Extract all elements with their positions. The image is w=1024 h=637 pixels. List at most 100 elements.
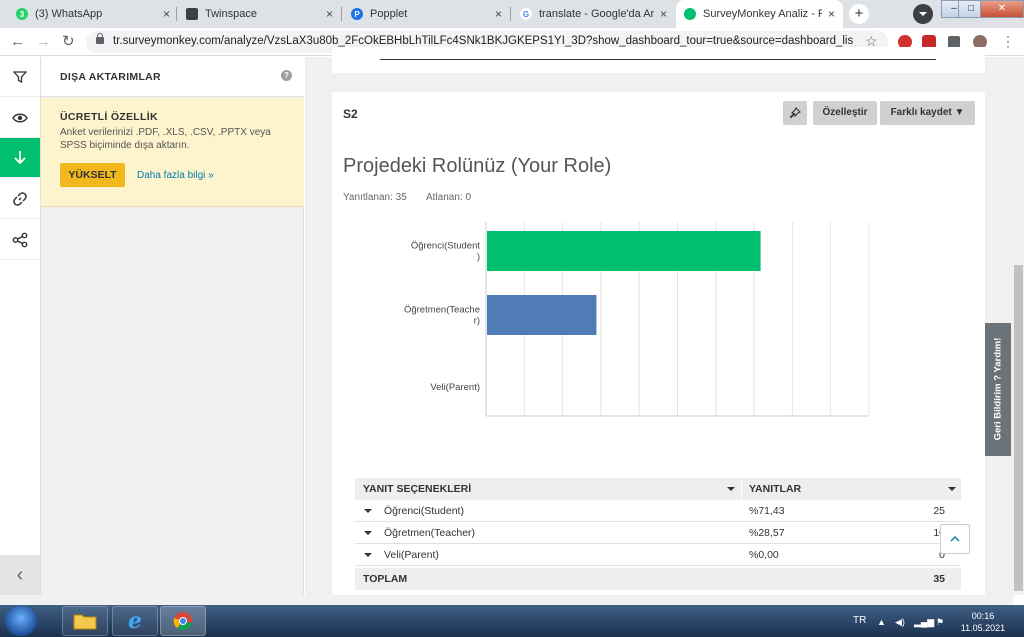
tab-divider (510, 7, 511, 21)
clock-time: 00:16 (971, 611, 995, 621)
clock[interactable]: 00:16 11.05.2021 (955, 610, 1011, 634)
surveymonkey-icon (684, 8, 696, 20)
close-icon[interactable]: × (828, 7, 835, 21)
promo-description: Anket verilerinizi .PDF, .XLS, .CSV, .PP… (60, 127, 271, 151)
previous-question-card (332, 47, 985, 73)
choice-label: Veli(Parent) (384, 549, 439, 561)
taskbar-explorer[interactable] (62, 606, 108, 636)
column-header-responses[interactable]: YANITLAR (749, 483, 801, 495)
question-number: S2 (343, 107, 358, 121)
horizontal-scrollbar[interactable] (0, 595, 1013, 605)
profile-menu-icon[interactable] (913, 4, 933, 24)
sort-arrow-icon[interactable] (948, 487, 956, 495)
choice-percent: %71,43 (749, 505, 785, 517)
question-card: S2 Özelleştir Farklı kaydet ▼ Projedeki … (332, 92, 985, 602)
tab-title: (3) WhatsApp (35, 8, 103, 20)
popplet-icon: P (351, 8, 363, 20)
learn-more-link[interactable]: Daha fazla bilgi » (137, 170, 214, 181)
filter-icon (13, 70, 27, 83)
window-close-button[interactable]: ✕ (980, 0, 1024, 18)
taskbar-chrome[interactable] (160, 606, 206, 636)
close-icon[interactable]: × (163, 7, 170, 21)
menu-kebab-icon[interactable]: ⋮ (1001, 34, 1015, 49)
category-label: Öğretmen(Teache (404, 305, 480, 316)
choice-label: Öğrenci(Student) (384, 505, 464, 517)
taskbar-ie[interactable]: e (112, 606, 158, 636)
feedback-label: Geri Bildirim ? Yardım! (992, 337, 1004, 441)
upgrade-button[interactable]: YÜKSELT (60, 163, 125, 187)
category-label: Öğrenci(Student (411, 241, 481, 252)
twinspace-icon (186, 8, 198, 20)
pin-button[interactable] (783, 101, 807, 125)
chevron-up-icon (950, 536, 960, 542)
bar-1 (487, 231, 761, 271)
feedback-help-tab[interactable]: Geri Bildirim ? Yardım! (985, 323, 1011, 456)
volume-icon[interactable]: ◀) (895, 617, 905, 628)
pin-icon (789, 107, 801, 119)
tab-divider (176, 7, 177, 21)
eye-icon (12, 113, 28, 122)
tab-surveymonkey[interactable]: SurveyMonkey Analiz - Pro × (676, 0, 843, 28)
category-label: Veli(Parent) (430, 382, 480, 393)
tab-divider (341, 7, 342, 21)
choice-percent: %0,00 (749, 549, 779, 561)
vertical-scrollbar[interactable] (1013, 57, 1024, 595)
collapse-panel-button[interactable]: ‹ (0, 555, 40, 595)
expand-arrow-icon[interactable] (364, 553, 372, 561)
main-content: S2 Özelleştir Farklı kaydet ▼ Projedeki … (305, 47, 1013, 602)
column-divider (741, 478, 742, 500)
lock-icon (96, 33, 104, 44)
new-tab-button[interactable]: + (849, 4, 869, 24)
expand-arrow-icon[interactable] (364, 531, 372, 539)
action-center-icon[interactable]: ⚑ (936, 617, 944, 628)
scrollbar-thumb[interactable] (1014, 265, 1023, 591)
windows-taskbar: e TR ▲ ◀) ▂▄▆ ⚑ 00:16 11.05.2021 (0, 605, 1024, 637)
answered-count: Yanıtlanan: 35 (343, 192, 407, 203)
sort-arrow-icon[interactable] (727, 487, 735, 495)
tray-arrow-icon[interactable]: ▲ (877, 617, 886, 627)
internet-explorer-icon: e (128, 608, 142, 634)
tab-google-translate[interactable]: G translate - Google'da Ara × (512, 0, 675, 28)
paid-feature-promo: ÜCRETLİ ÖZELLİK Anket verilerinizi .PDF,… (41, 98, 304, 207)
question-title: Projedeki Rolünüz (Your Role) (343, 155, 612, 177)
expand-arrow-icon[interactable] (364, 509, 372, 517)
tab-twinspace[interactable]: Twinspace × (178, 0, 341, 28)
help-icon[interactable]: ? (281, 70, 292, 81)
bar-2 (487, 295, 597, 335)
tab-title: SurveyMonkey Analiz - Pro (703, 8, 822, 20)
google-icon: G (520, 8, 532, 20)
tab-whatsapp[interactable]: 3 (3) WhatsApp × (8, 0, 178, 28)
reload-icon[interactable]: ↻ (62, 34, 75, 49)
save-as-button[interactable]: Farklı kaydet ▼ (880, 101, 975, 125)
filter-button[interactable] (0, 57, 40, 97)
network-icon[interactable]: ▂▄▆ (914, 617, 934, 628)
close-icon[interactable]: × (660, 7, 667, 21)
forward-arrow-icon[interactable]: → (36, 34, 51, 49)
table-row: Öğrenci(Student) %71,43 25 (355, 500, 961, 522)
share-button[interactable] (0, 220, 40, 260)
share-link-button[interactable] (0, 179, 40, 219)
table-row: Öğretmen(Teacher) %28,57 10 (355, 522, 961, 544)
close-icon[interactable]: × (326, 7, 333, 21)
chrome-icon (173, 612, 192, 631)
start-button[interactable] (5, 606, 37, 636)
divider (380, 59, 936, 60)
column-header-choices[interactable]: YANIT SEÇENEKLERİ (363, 483, 471, 495)
language-indicator[interactable]: TR (853, 615, 866, 626)
whatsapp-icon: 3 (16, 8, 28, 20)
skipped-count: Atlanan: 0 (426, 192, 472, 203)
choice-count: 25 (933, 505, 945, 517)
customize-button[interactable]: Özelleştir (813, 101, 877, 125)
close-icon[interactable]: × (495, 7, 502, 21)
scroll-to-top-button[interactable] (940, 524, 970, 554)
table-row: Veli(Parent) %0,00 0 (355, 544, 961, 566)
share-icon (12, 232, 28, 247)
tab-title: translate - Google'da Ara (539, 8, 654, 20)
export-button[interactable] (0, 138, 40, 178)
tab-popplet[interactable]: P Popplet × (343, 0, 510, 28)
url-text[interactable]: tr.surveymonkey.com/analyze/VzsLaX3u80b_… (113, 35, 853, 47)
table-total-row: TOPLAM 35 (355, 568, 961, 590)
back-arrow-icon[interactable]: ← (10, 34, 25, 49)
browser-tab-strip: 3 (3) WhatsApp × Twinspace × P Popplet ×… (0, 0, 1024, 28)
view-button[interactable] (0, 98, 40, 138)
